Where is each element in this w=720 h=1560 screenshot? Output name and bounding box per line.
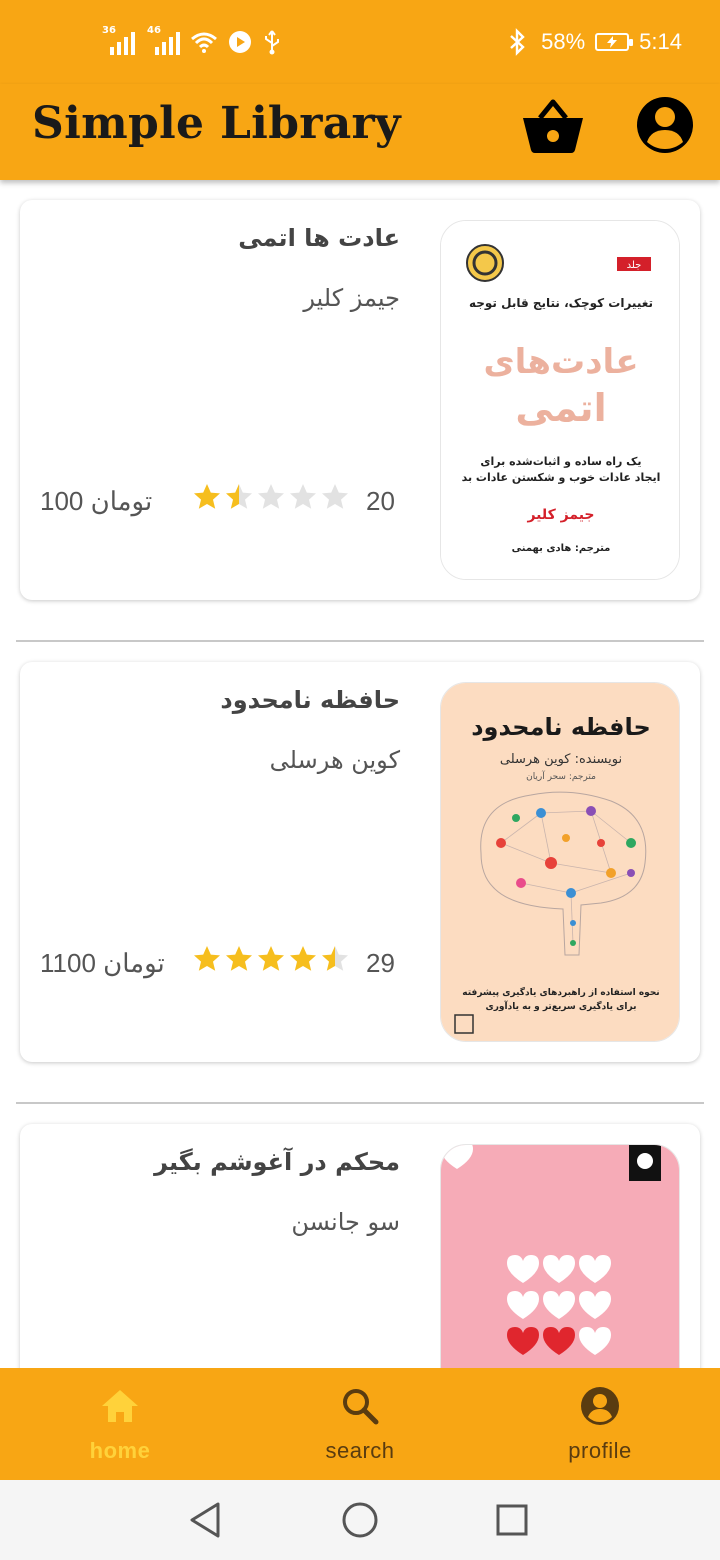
book-card[interactable]: جلد تغییرات کوچک، نتایج قابل توجه عادت‌ه… (20, 200, 700, 600)
rating-count: 20 (366, 486, 395, 516)
star-icon (194, 946, 220, 971)
book-title: حافظه نامحدود (220, 686, 400, 714)
svg-text:جلد: جلد (627, 260, 642, 271)
divider (16, 640, 704, 642)
shopping-basket-icon[interactable] (520, 96, 586, 156)
star-icon (194, 484, 220, 509)
system-navigation-bar (0, 1480, 720, 1560)
svg-text:نویسنده: کوین هرسلی: نویسنده: کوین هرسلی (500, 752, 622, 767)
book-card[interactable]: محکم در آغوشم بگیر سو جانسن (20, 1124, 700, 1368)
star-icon (322, 484, 348, 509)
star-icon (322, 946, 348, 971)
svg-text:ایجاد عادات خوب و شکستن عادات: ایجاد عادات خوب و شکستن عادات بد (462, 471, 661, 484)
account-circle-icon (581, 1387, 619, 1425)
bluetooth-icon (510, 28, 525, 56)
svg-text:برای یادگیری سریع‌تر و به یادآ: برای یادگیری سریع‌تر و به یادآوری (486, 1000, 637, 1012)
book-cover[interactable] (440, 1144, 680, 1368)
rating-stars (192, 482, 350, 514)
svg-text:تغییرات کوچک، نتایج قابل توجه: تغییرات کوچک، نتایج قابل توجه (469, 296, 653, 311)
home-icon (102, 1390, 138, 1422)
app-screen: 36 46 58% 5:14 Simple Library جلد تغییرا… (0, 0, 720, 1560)
nav-search-label: search (325, 1438, 395, 1463)
clock: 5:14 (639, 29, 682, 54)
book-author: کوین هرسلی (269, 746, 400, 774)
app-title: Simple Library (32, 98, 401, 149)
nav-search[interactable]: search (240, 1368, 480, 1480)
star-icon (258, 946, 284, 971)
account-circle-icon[interactable] (634, 94, 696, 156)
status-left: 36 46 (100, 24, 282, 60)
star-icon (290, 484, 316, 509)
app-bar: Simple Library (0, 84, 720, 180)
signal-2-label: 46 (147, 25, 161, 36)
search-icon (343, 1389, 379, 1425)
status-bar: 36 46 58% 5:14 (0, 0, 720, 84)
back-triangle-icon[interactable] (184, 1498, 228, 1542)
svg-text:مترجم: هادی بهمنی: مترجم: هادی بهمنی (512, 543, 611, 554)
battery-percent: 58% (541, 29, 586, 54)
star-icon (226, 946, 252, 971)
status-right: 58% 5:14 (505, 24, 682, 60)
svg-text:جیمز کلیر: جیمز کلیر (526, 507, 594, 523)
book-title: محکم در آغوشم بگیر (154, 1148, 400, 1176)
book-cover[interactable]: حافظه نامحدود نویسنده: کوین هرسلی مترجم:… (440, 682, 680, 1042)
star-icon (258, 484, 284, 509)
book-author: جیمز کلیر (303, 284, 400, 312)
svg-text:مترجم: سحر آریان: مترجم: سحر آریان (526, 770, 596, 782)
rating-count: 29 (366, 948, 395, 978)
nav-home[interactable]: home (0, 1368, 240, 1480)
wifi-icon (191, 32, 217, 53)
book-author: سو جانسن (291, 1208, 400, 1236)
signal-1-label: 36 (102, 25, 116, 36)
star-icon (226, 484, 252, 509)
book-price: 1100 تومان (40, 948, 165, 978)
svg-text:حافظه نامحدود: حافظه نامحدود (471, 713, 651, 741)
book-cover[interactable]: جلد تغییرات کوچک، نتایج قابل توجه عادت‌ه… (440, 220, 680, 580)
svg-text:یک راه ساده و اثبات‌شده برای: یک راه ساده و اثبات‌شده برای (480, 455, 641, 468)
battery-icon (595, 33, 634, 51)
recents-square-icon[interactable] (490, 1498, 534, 1542)
play-icon (229, 31, 251, 53)
star-icon (290, 946, 316, 971)
bottom-navigation: home search profile (0, 1368, 720, 1480)
signal-2-icon: 46 (145, 25, 180, 55)
svg-text:نحوه استفاده از راهبردهای یادگ: نحوه استفاده از راهبردهای یادگیری پیشرفت… (462, 986, 659, 998)
signal-1-icon: 36 (100, 25, 135, 55)
svg-text:عادت‌های: عادت‌های (483, 342, 638, 382)
home-circle-icon[interactable] (338, 1498, 382, 1542)
book-title: عادت ها اتمی (238, 224, 400, 252)
nav-profile-label: profile (568, 1438, 632, 1463)
nav-home-label: home (89, 1438, 151, 1463)
book-price: 100 تومان (40, 486, 153, 516)
usb-icon (265, 30, 279, 55)
divider (16, 1102, 704, 1104)
book-card[interactable]: حافظه نامحدود نویسنده: کوین هرسلی مترجم:… (20, 662, 700, 1062)
nav-profile[interactable]: profile (480, 1368, 720, 1480)
rating-stars (192, 944, 350, 976)
svg-text:اتمی: اتمی (515, 386, 606, 430)
book-list[interactable]: جلد تغییرات کوچک، نتایج قابل توجه عادت‌ه… (0, 180, 720, 1368)
